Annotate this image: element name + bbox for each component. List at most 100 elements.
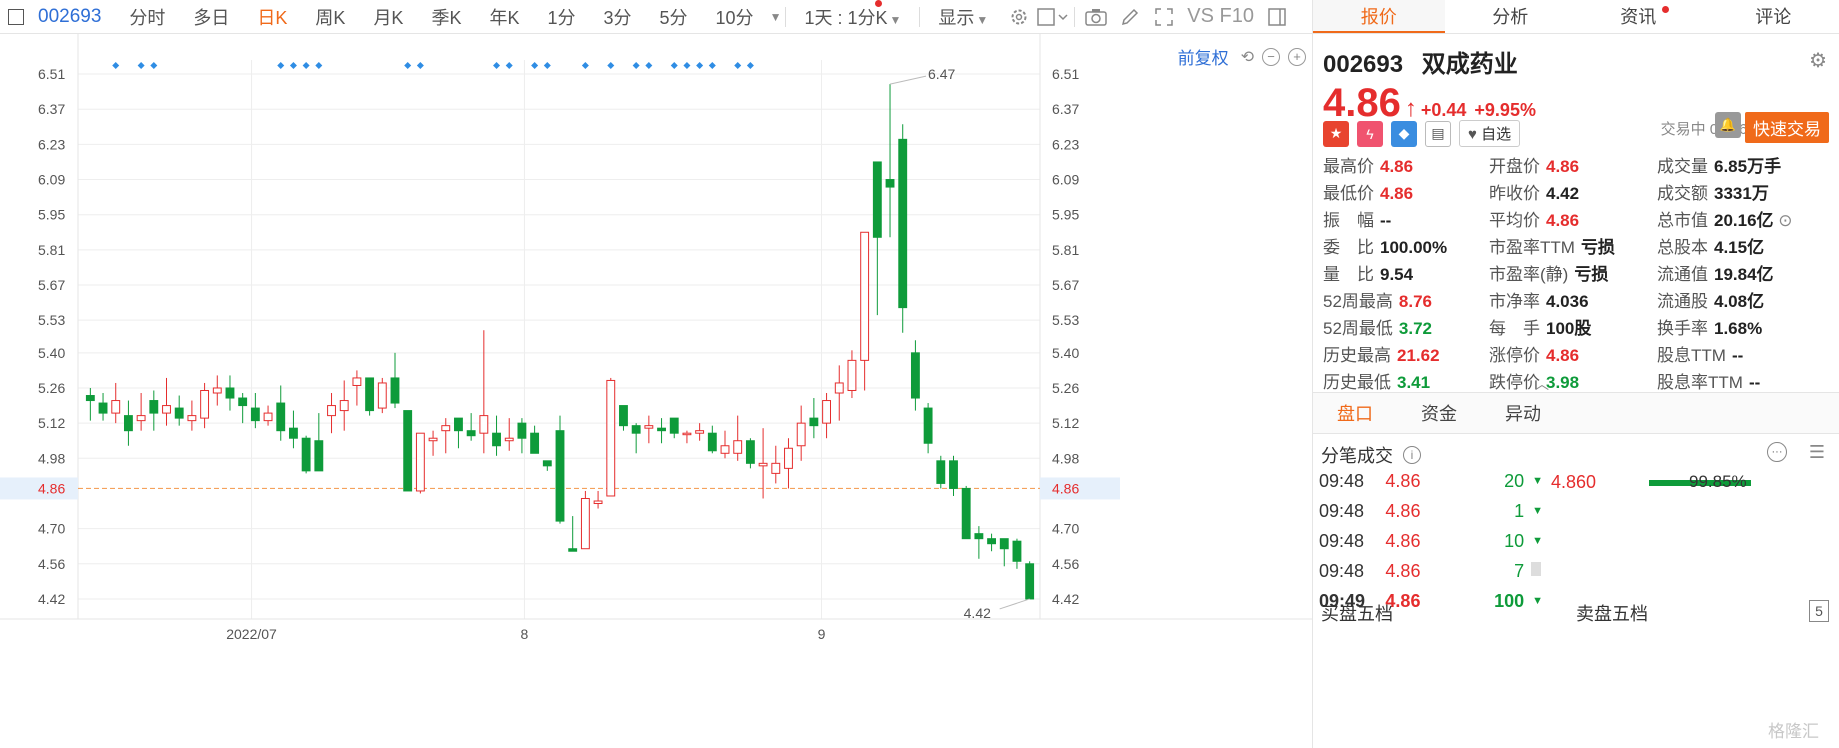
candle-body [314, 440, 324, 472]
tag-icon[interactable]: ◆ [1391, 120, 1417, 147]
gear-icon[interactable]: ⚙ [1809, 48, 1827, 73]
zoom-out-icon[interactable]: − [1262, 47, 1280, 66]
five-level-toggle[interactable]: 5 [1809, 600, 1829, 622]
y-tick-label: 5.95 [38, 207, 65, 223]
stats-grid: 最高价 4.86 开盘价 4.86 成交量 6.85万手 最低价 4.86 昨收价 4.42 成交额… [1323, 152, 1829, 419]
candle-body [847, 359, 857, 391]
candle-body [466, 430, 476, 437]
quick-trade-button[interactable]: 快速交易 [1745, 112, 1829, 143]
stat-item: 市盈率TTM 亏损 [1489, 233, 1657, 257]
chevron-down-icon: ▼ [889, 12, 902, 27]
up-arrow-icon: ↑ [1404, 95, 1417, 122]
undo-icon[interactable]: ⟲ [1241, 47, 1254, 67]
event-marker [112, 62, 120, 69]
period-tab[interactable]: 1分 [533, 4, 589, 30]
note-icon[interactable]: ▤ [1425, 120, 1451, 147]
pencil-icon[interactable] [1113, 7, 1147, 27]
price-change-pct: +9.95% [1474, 100, 1536, 120]
quote-panel: 报价 分析 资讯 评论 002693 双成药业 ⚙ 4.86 ↑ +0.44 +… [1312, 0, 1839, 748]
info-icon[interactable]: i [1403, 446, 1421, 464]
candle-body [936, 460, 946, 484]
candle-body [377, 382, 387, 409]
more-icon[interactable]: ··· [1767, 442, 1787, 462]
candlestick-chart[interactable]: 6.51 6.51 6.37 6.37 6.23 6.23 6.09 6.09 5.95 5.95… [0, 34, 1312, 748]
chevron-up-icon[interactable]: ︿ [1535, 374, 1549, 394]
candle-body [162, 405, 171, 414]
adjust-mode-button[interactable]: 前复权 [1178, 44, 1229, 69]
stat-item: 历史最高 21.62 [1323, 341, 1489, 365]
stat-value: 21.62 [1397, 346, 1440, 365]
add-watchlist-button[interactable]: ♥ 自选 [1459, 120, 1521, 147]
stat-item: 振 幅 -- [1323, 206, 1489, 230]
period-tab-active[interactable]: 日K [243, 4, 301, 30]
gear-icon[interactable] [1002, 7, 1036, 27]
event-marker [746, 62, 754, 69]
candle-body [784, 447, 793, 469]
range-select[interactable]: 1天 : 1分K ▼ [790, 4, 915, 30]
display-menu[interactable]: 显示 ▼ [924, 4, 1002, 30]
candle-body [212, 387, 222, 394]
candle-body [733, 440, 743, 454]
period-tab[interactable]: 季K [417, 4, 475, 30]
tab-funds[interactable]: 资金 [1397, 393, 1481, 433]
low-pointer [999, 598, 1030, 610]
stat-item: 股息TTM -- [1657, 341, 1825, 365]
china-flag-icon: ★ [1323, 120, 1349, 147]
candle-body [289, 427, 298, 439]
stat-value: 4.86 [1380, 157, 1414, 176]
candle-body [390, 377, 400, 404]
y-tick-label: 6.09 [1052, 172, 1079, 188]
candle-body [454, 417, 463, 432]
stat-item: 总市值 20.16亿 ⊙ [1657, 206, 1825, 230]
stat-item: 52周最高 8.76 [1323, 287, 1489, 311]
kline-chart[interactable]: 6.51 6.51 6.37 6.37 6.23 6.23 6.09 6.09 5.95 5.95… [0, 34, 1312, 748]
more-icon[interactable]: ⊙ [1774, 211, 1792, 230]
y-tick-label: 5.81 [38, 242, 65, 258]
period-tab[interactable]: 年K [475, 4, 533, 30]
tab-analysis[interactable]: 分析 [1445, 0, 1577, 33]
stat-item: 52周最低 3.72 [1323, 314, 1489, 338]
vs-f10-button[interactable]: VS F10 [1181, 5, 1260, 28]
tab-movement[interactable]: 异动 [1481, 393, 1565, 433]
square-checkbox-icon[interactable] [1036, 7, 1070, 27]
period-tab[interactable]: 多日 [179, 4, 243, 30]
lightning-icon[interactable]: ϟ [1357, 120, 1383, 147]
stat-label: 流通值 [1657, 265, 1708, 284]
chart-controls: 前复权 ⟲ − + [1178, 44, 1306, 69]
stat-item: 历史最低 3.41 [1323, 368, 1489, 392]
stat-value: 亏损 [1580, 238, 1615, 257]
down-triangle-icon: ▼ [1532, 505, 1543, 517]
period-tab[interactable]: 3分 [590, 4, 646, 30]
bell-icon[interactable]: 🔔 [1715, 112, 1741, 138]
period-tab[interactable]: 10分 [702, 4, 768, 30]
tab-pankou[interactable]: 盘口 [1313, 393, 1397, 433]
chevron-down-icon[interactable]: ▼ [770, 10, 782, 24]
event-marker [543, 62, 551, 69]
panel-toggle-icon[interactable] [1260, 7, 1294, 27]
candle-body [606, 379, 616, 497]
period-tab[interactable]: 周K [301, 4, 359, 30]
y-tick-label: 5.81 [1052, 242, 1079, 258]
event-marker [645, 62, 653, 69]
stat-label: 市盈率TTM [1489, 238, 1575, 257]
camera-icon[interactable] [1079, 8, 1113, 26]
candle-body [923, 407, 933, 444]
tab-quote[interactable]: 报价 [1313, 0, 1445, 33]
candle-body [504, 437, 514, 442]
stat-label: 52周最低 [1323, 319, 1393, 338]
stat-value: 4.08亿 [1714, 292, 1765, 311]
list-icon[interactable]: ☰ [1809, 442, 1825, 463]
stat-item: 昨收价 4.42 [1489, 179, 1657, 203]
zoom-in-icon[interactable]: + [1288, 47, 1306, 66]
window-icon[interactable] [8, 8, 24, 25]
stat-label: 成交额 [1657, 184, 1708, 203]
y-tick-label: 4.70 [1052, 521, 1079, 537]
period-tab[interactable]: 分时 [115, 4, 179, 30]
fullscreen-icon[interactable] [1147, 7, 1181, 27]
y-tick-label: 4.42 [38, 591, 65, 607]
y-tick-label: 5.12 [38, 415, 65, 431]
tab-news[interactable]: 资讯 [1576, 0, 1708, 33]
tab-comments[interactable]: 评论 [1708, 0, 1839, 33]
period-tab[interactable]: 月K [359, 4, 417, 30]
period-tab[interactable]: 5分 [646, 4, 702, 30]
